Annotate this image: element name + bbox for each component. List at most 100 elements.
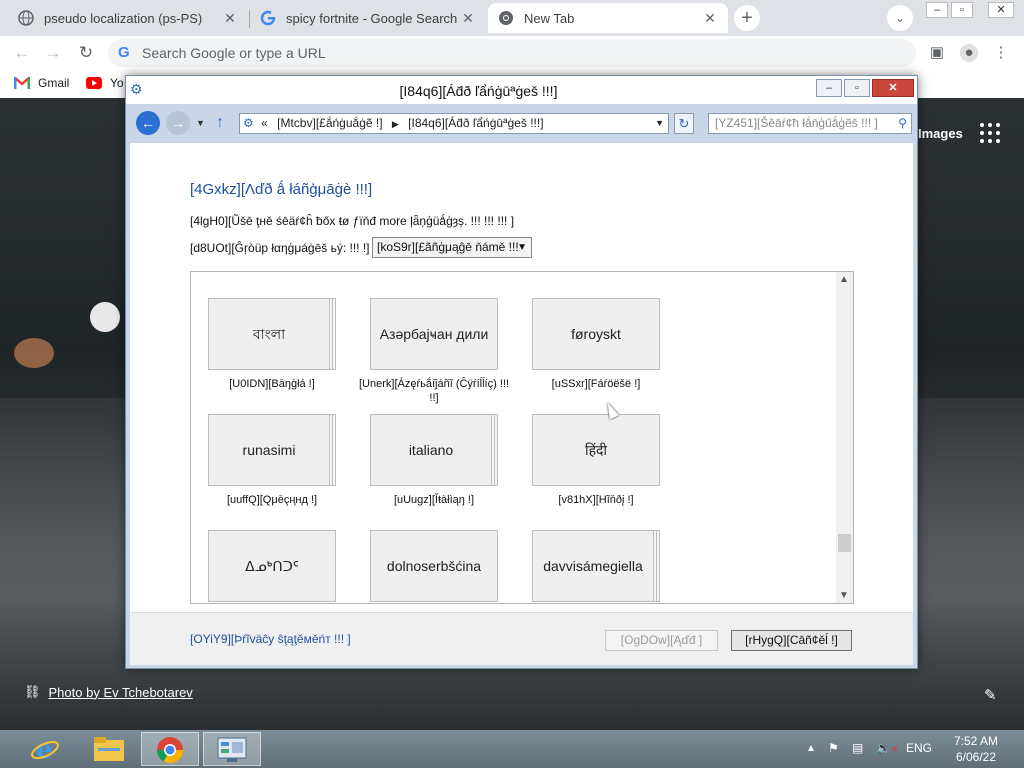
google-apps-icon[interactable] xyxy=(980,123,1000,143)
taskbar: e ▲ ⚑ ▤ 🔈✕ ENG 7:52 AM 6/06/22 xyxy=(0,730,1024,768)
menu-icon[interactable]: ⋮ xyxy=(992,44,1010,62)
minimize-icon[interactable]: – xyxy=(816,79,842,97)
bookmark-youtube[interactable]: Yo xyxy=(86,76,124,90)
pencil-icon[interactable]: ✎ xyxy=(984,686,997,704)
clock-date: 6/06/22 xyxy=(955,750,997,764)
vertical-scrollbar[interactable]: ▲ ▼ xyxy=(836,272,853,603)
close-window-icon[interactable]: ✕ xyxy=(872,79,914,97)
breadcrumb-item[interactable]: [I84q6][Ád̆ð ľẩńġūªġeš !!!] xyxy=(408,114,543,133)
images-link[interactable]: Images xyxy=(918,126,963,141)
show-hidden-icons[interactable]: ▲ xyxy=(806,743,816,754)
tab-search-button[interactable]: ⌄ xyxy=(887,5,913,31)
youtube-icon xyxy=(86,77,102,89)
language-caption: [v81hX][Hĩňðį !] xyxy=(558,494,634,506)
globe-icon xyxy=(18,10,34,26)
scrollbar-thumb[interactable] xyxy=(838,534,851,552)
network-icon[interactable]: ▤ xyxy=(852,741,863,755)
profile-icon[interactable]: ● xyxy=(960,44,978,62)
language-caption: [uSSxr][Fáŕöëšë !] xyxy=(551,378,641,390)
back-arrow-icon[interactable]: ← xyxy=(136,111,160,135)
address-bar[interactable]: ⚙ « [Mtcbv][£ắńġuắġẽ !] ▶ [I84q6][Ád̆ð ľ… xyxy=(239,113,669,134)
recent-pages-dropdown[interactable]: ▼ xyxy=(196,118,205,128)
forward-arrow-icon[interactable]: → xyxy=(42,42,64,64)
language-tile[interactable]: বাংলা xyxy=(208,298,336,370)
refresh-icon[interactable]: ↻ xyxy=(674,113,694,134)
tab-new-tab[interactable]: New Tab ✕ xyxy=(488,3,728,33)
volume-muted-icon[interactable]: 🔈✕ xyxy=(876,741,899,755)
minimize-icon[interactable]: – xyxy=(926,2,948,18)
address-dropdown-icon[interactable]: ▼ xyxy=(655,114,664,133)
language-native-name: ᐃᓄᒃᑎᑐᑦ xyxy=(208,530,336,602)
language-list[interactable]: বাংলা [U0IDN][Bāŋģłá !] Азәрбајҹан дили … xyxy=(190,271,854,604)
language-tile[interactable]: føroyskt xyxy=(532,298,660,370)
browser-toolbar: ← → ↻ G Search Google or type a URL ▣ ● … xyxy=(0,36,1024,70)
breadcrumb-overflow-icon[interactable]: « xyxy=(261,114,268,133)
close-tab-icon[interactable]: ✕ xyxy=(702,10,718,26)
control-panel-icon[interactable] xyxy=(203,732,261,766)
language-native-name: dolnoserbšćina xyxy=(370,530,498,602)
language-tile[interactable]: ᐃᓄᒃᑎᑐᑦ xyxy=(208,530,336,602)
clock-time: 7:52 AM xyxy=(953,734,999,748)
language-native-name: Азәрбајҹан дили xyxy=(370,298,498,370)
breadcrumb-separator-icon[interactable]: ▶ xyxy=(392,115,399,133)
tab-pseudo-localization[interactable]: pseudo localization (ps-PS) ✕ xyxy=(8,3,248,33)
window-title-bar[interactable]: ⚙ [I84q6][Ád̆ð ľẩńġūªġeš !!!] – ▫ ✕ xyxy=(126,76,917,104)
language-tile[interactable]: dolnoserbšćina xyxy=(370,530,498,602)
omnibox[interactable]: G Search Google or type a URL xyxy=(108,39,916,67)
input-language[interactable]: ENG xyxy=(906,741,932,755)
action-center-flag-icon[interactable]: ⚑ xyxy=(828,741,839,755)
internet-explorer-icon[interactable]: e xyxy=(16,732,74,766)
up-arrow-icon[interactable]: ↑ xyxy=(216,114,224,132)
language-tile[interactable]: davvisámegiella xyxy=(532,530,660,602)
maximize-icon[interactable]: ▫ xyxy=(951,2,973,18)
language-native-name: বাংলা xyxy=(208,298,330,370)
breadcrumb-item[interactable]: [Mtcbv][£ắńġuắġẽ !] xyxy=(277,114,382,133)
search-input[interactable]: [YZ451][Šěāŕ¢ħ łắňģűǻģẽš !!! ] ⚲ xyxy=(708,113,912,134)
close-tab-icon[interactable]: ✕ xyxy=(222,10,238,26)
reload-icon[interactable]: ↻ xyxy=(75,42,97,64)
dialog-content: [4Gxkz][Λďð ǻ łáñģμāġè !!!] [4lgH0][Ũšē … xyxy=(130,143,913,612)
back-arrow-icon[interactable]: ← xyxy=(11,42,33,64)
file-explorer-icon[interactable] xyxy=(80,732,138,766)
tab-title: spicy fortnite - Google Search xyxy=(286,10,458,26)
chrome-icon[interactable] xyxy=(141,732,199,766)
scroll-up-icon[interactable]: ▲ xyxy=(839,274,849,285)
tab-google-search[interactable]: spicy fortnite - Google Search ✕ xyxy=(250,3,486,33)
language-caption: [U0IDN][Bāŋģłá !] xyxy=(229,378,315,390)
language-native-name: हिंदी xyxy=(532,414,660,486)
maximize-icon[interactable]: ▫ xyxy=(844,79,870,97)
bookmark-label: Yo xyxy=(110,76,124,90)
photo-credit-text: Photo by Ev Tchebotarev xyxy=(48,684,193,700)
language-tile[interactable]: italiano xyxy=(370,414,498,486)
svg-text:e: e xyxy=(36,735,53,764)
new-tab-button[interactable]: + xyxy=(734,5,760,31)
sidebar-icon[interactable]: ▣ xyxy=(928,44,946,62)
language-native-name: føroyskt xyxy=(532,298,660,370)
add-languages-window: ⚙ [I84q6][Ád̆ð ľẩńġūªġeš !!!] – ▫ ✕ ← → … xyxy=(125,75,918,669)
cancel-button[interactable]: [rHygQ][Cāñ¢ěĺ !] xyxy=(731,630,852,651)
forward-arrow-icon[interactable]: → xyxy=(166,111,190,135)
add-button[interactable]: [OgDOw][Ąďđ ] xyxy=(605,630,718,651)
privacy-statement-link[interactable]: [OYiY9][Þŕĩväĉy ŝţąţěмěńт !!! ] xyxy=(190,632,351,646)
group-by-select[interactable]: [koS9r][£ãñģμąĝē ňámě !!! ▼ xyxy=(372,237,532,258)
tab-strip: pseudo localization (ps-PS) ✕ spicy fort… xyxy=(0,0,1024,36)
search-placeholder: [YZ451][Šěāŕ¢ħ łắňģűǻģẽš !!! ] xyxy=(715,116,878,130)
language-tile[interactable]: runasimi xyxy=(208,414,336,486)
tab-title: New Tab xyxy=(524,10,575,26)
bookmark-gmail[interactable]: Gmail xyxy=(14,76,69,90)
group-by-value: [koS9r][£ãñģμąĝē ňámě !!! xyxy=(377,240,519,254)
close-window-icon[interactable]: ✕ xyxy=(988,2,1014,18)
language-native-name: davvisámegiella xyxy=(532,530,654,602)
google-g-icon: G xyxy=(118,44,130,61)
bookmark-label: Gmail xyxy=(38,76,70,90)
page-title: [4Gxkz][Λďð ǻ łáñģμāġè !!!] xyxy=(190,181,373,198)
scroll-down-icon[interactable]: ▼ xyxy=(839,590,849,601)
system-clock[interactable]: 7:52 AM 6/06/22 xyxy=(946,733,1006,765)
language-tile[interactable]: हिंदी xyxy=(532,414,660,486)
close-tab-icon[interactable]: ✕ xyxy=(460,10,476,26)
language-tile[interactable]: Азәрбајҹан дили xyxy=(370,298,498,370)
search-icon[interactable]: ⚲ xyxy=(898,114,907,133)
photo-credit[interactable]: ⛓ Photo by Ev Tchebotarev xyxy=(24,684,193,700)
background-photo xyxy=(90,302,120,332)
language-native-name: runasimi xyxy=(208,414,330,486)
